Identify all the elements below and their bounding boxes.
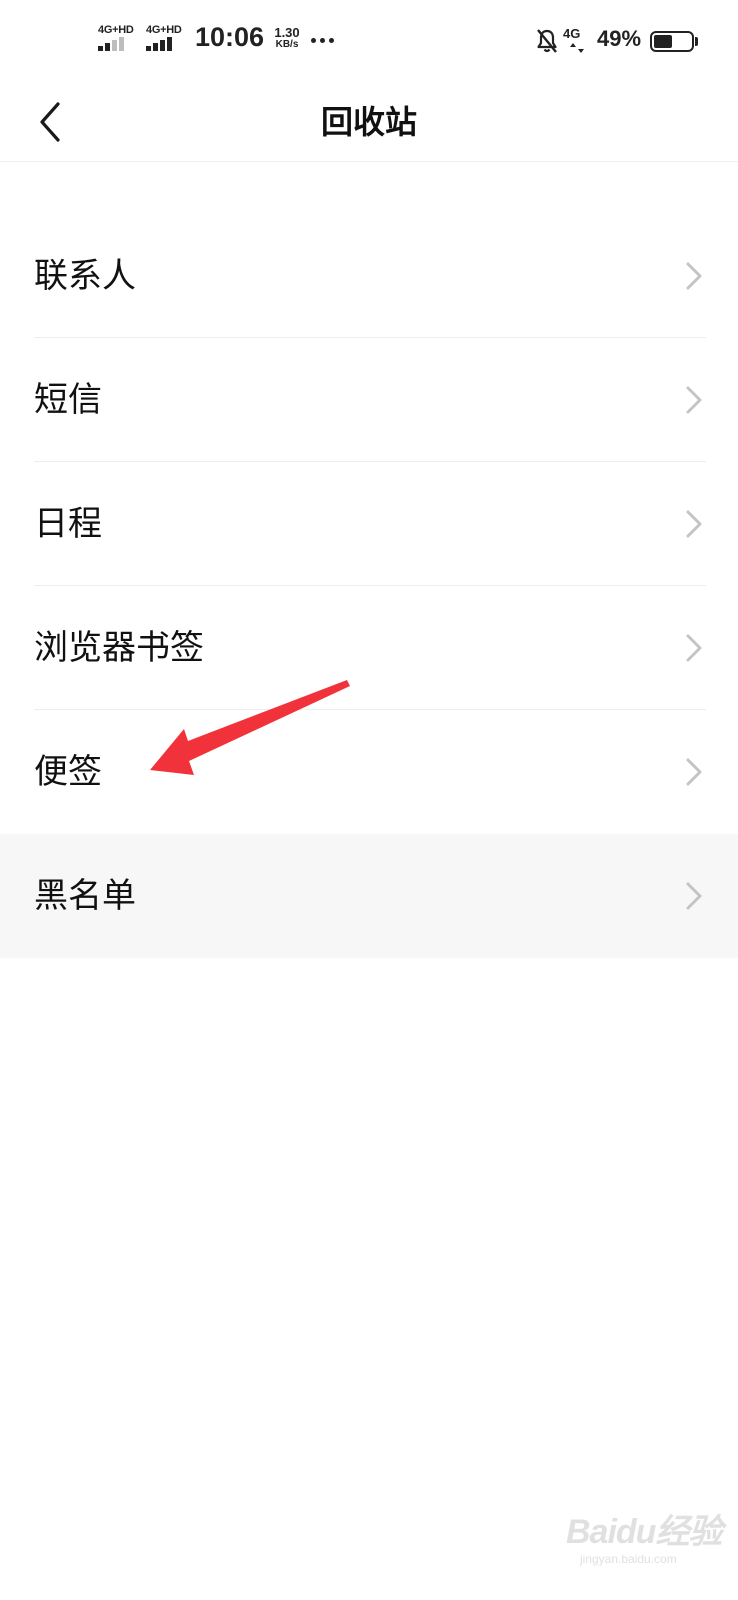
sim2-network-label: 4G+HD [146, 24, 182, 36]
bell-muted-icon [537, 29, 557, 53]
chevron-right-icon [686, 882, 702, 910]
status-bar: 4G+HD 4G+HD 10:06 1.30 KB/s 4G 49% [0, 0, 738, 82]
network-speed-unit: KB/s [275, 39, 299, 50]
network-speed: 1.30 KB/s [271, 25, 303, 50]
network-4g-icon: 4G [563, 26, 593, 56]
network-type-label: 4G [563, 26, 581, 41]
app-header: 回收站 [0, 82, 738, 162]
list-item-label: 浏览器书签 [34, 628, 204, 668]
battery-percent: 49% [597, 26, 642, 51]
more-dots-icon [311, 38, 335, 44]
chevron-right-icon [686, 634, 702, 662]
chevron-right-icon [686, 510, 702, 538]
chevron-right-icon [686, 386, 702, 414]
list-item-calendar[interactable]: 日程 [0, 462, 738, 586]
list-item-label: 黑名单 [34, 876, 136, 916]
sim1-network-label: 4G+HD [98, 24, 134, 36]
battery-icon [650, 31, 698, 52]
status-time: 10:06 [195, 22, 265, 52]
list-item-label: 日程 [34, 504, 102, 544]
list-item-sms[interactable]: 短信 [0, 338, 738, 462]
page-title: 回收站 [320, 103, 417, 141]
list-item-browser-bookmarks[interactable]: 浏览器书签 [0, 586, 738, 710]
chevron-right-icon [686, 262, 702, 290]
chevron-right-icon [686, 758, 702, 786]
sim2-signal-icon: 4G+HD [146, 24, 186, 52]
recycle-bin-screen: 4G+HD 4G+HD 10:06 1.30 KB/s 4G 49% 回收站 联… [0, 0, 738, 1600]
list-item-label: 联系人 [34, 256, 136, 296]
list-item-label: 短信 [34, 380, 102, 420]
network-speed-value: 1.30 [274, 25, 300, 40]
battery-level-fill [654, 35, 672, 48]
recycle-bin-category-list: 联系人 短信 日程 浏览器书签 便签 黑名单 [0, 214, 738, 958]
list-item-notes[interactable]: 便签 [0, 710, 738, 834]
list-item-contacts[interactable]: 联系人 [0, 214, 738, 338]
watermark-url: jingyan.baidu.com [580, 1552, 677, 1566]
sim1-signal-icon: 4G+HD [98, 24, 138, 52]
list-item-label: 便签 [34, 752, 102, 792]
list-item-blacklist[interactable]: 黑名单 [0, 834, 738, 958]
watermark-brand: Baidu经验 [566, 1513, 722, 1551]
baidu-watermark: Baidu经验 jingyan.baidu.com [566, 1498, 730, 1572]
